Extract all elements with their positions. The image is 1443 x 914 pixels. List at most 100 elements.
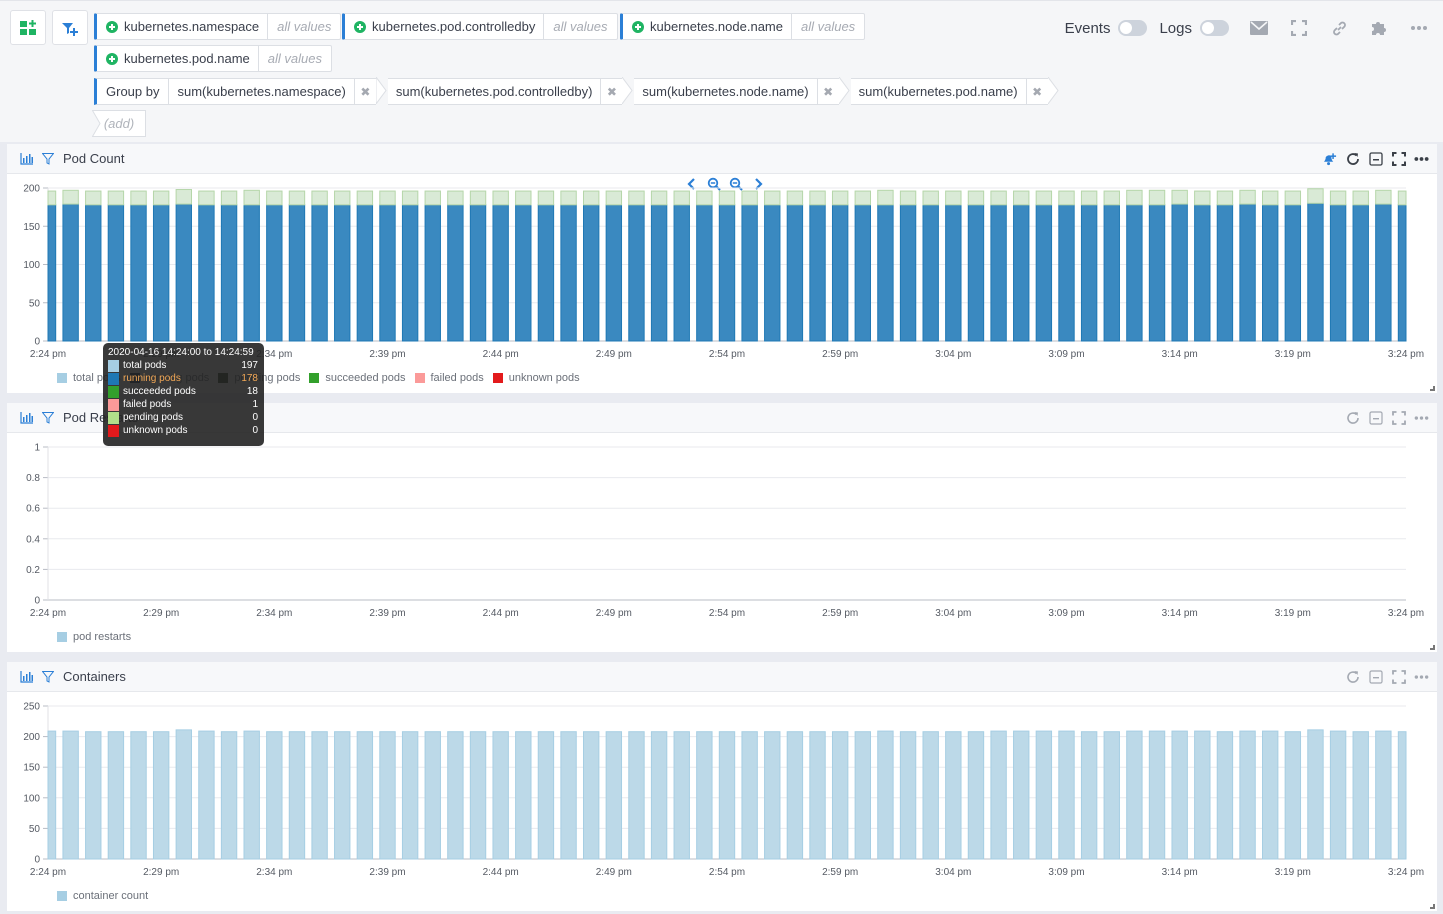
bar-container-count[interactable] — [1194, 730, 1211, 860]
bar-container-count[interactable] — [1284, 731, 1302, 860]
bar-succeeded-pods[interactable] — [1058, 190, 1075, 206]
panel-menu-button[interactable] — [1414, 151, 1429, 166]
bar-succeeded-pods[interactable] — [469, 190, 487, 206]
bar-container-count[interactable] — [515, 731, 532, 860]
bar-succeeded-pods[interactable] — [1216, 190, 1234, 206]
bar-running-pods[interactable] — [1375, 203, 1392, 342]
bar-running-pods[interactable] — [220, 204, 238, 342]
bar-container-count[interactable] — [696, 731, 713, 860]
bar-succeeded-pods[interactable] — [220, 190, 238, 206]
bar-container-count[interactable] — [220, 731, 238, 860]
bar-running-pods[interactable] — [764, 204, 781, 342]
bar-running-pods[interactable] — [447, 204, 464, 342]
bar-succeeded-pods[interactable] — [605, 190, 623, 206]
bar-running-pods[interactable] — [152, 204, 170, 342]
bar-running-pods[interactable] — [311, 204, 328, 342]
refresh-button[interactable] — [1345, 151, 1360, 166]
group-by-item[interactable]: sum(kubernetes.pod.name) — [850, 78, 1026, 105]
bar-running-pods[interactable] — [1216, 204, 1234, 342]
bar-running-pods[interactable] — [628, 204, 645, 342]
bar-running-pods[interactable] — [809, 204, 826, 342]
bar-succeeded-pods[interactable] — [47, 190, 57, 206]
add-panel-button[interactable] — [10, 10, 46, 45]
bar-succeeded-pods[interactable] — [198, 190, 215, 206]
bar-succeeded-pods[interactable] — [1035, 190, 1053, 206]
bar-container-count[interactable] — [1148, 730, 1166, 860]
bar-succeeded-pods[interactable] — [1171, 189, 1188, 205]
bar-succeeded-pods[interactable] — [356, 190, 374, 206]
bar-succeeded-pods[interactable] — [786, 190, 804, 206]
bar-container-count[interactable] — [334, 731, 351, 860]
bar-running-pods[interactable] — [334, 204, 351, 342]
bar-running-pods[interactable] — [243, 204, 260, 342]
filter-icon[interactable] — [40, 669, 55, 684]
filter-value[interactable]: all values — [792, 14, 864, 39]
bar-succeeded-pods[interactable] — [266, 190, 283, 206]
bar-container-count[interactable] — [424, 731, 441, 860]
bar-succeeded-pods[interactable] — [1103, 190, 1120, 206]
bar-container-count[interactable] — [379, 731, 396, 860]
bar-running-pods[interactable] — [922, 204, 939, 342]
bar-succeeded-pods[interactable] — [990, 190, 1007, 206]
bar-succeeded-pods[interactable] — [492, 190, 509, 206]
bar-succeeded-pods[interactable] — [107, 190, 125, 206]
bar-succeeded-pods[interactable] — [311, 190, 328, 206]
bar-running-pods[interactable] — [741, 204, 758, 342]
bar-succeeded-pods[interactable] — [424, 190, 441, 206]
filter-value[interactable]: all values — [544, 14, 616, 39]
bar-running-pods[interactable] — [831, 204, 849, 342]
group-by-item[interactable]: sum(kubernetes.namespace) — [169, 78, 354, 105]
bar-running-pods[interactable] — [515, 204, 532, 342]
bar-container-count[interactable] — [1080, 731, 1098, 860]
bar-succeeded-pods[interactable] — [1239, 189, 1256, 205]
bar-succeeded-pods[interactable] — [854, 190, 871, 206]
bar-container-count[interactable] — [718, 731, 736, 860]
expand-button[interactable] — [1391, 669, 1406, 684]
bar-succeeded-pods[interactable] — [696, 190, 713, 206]
bar-container-count[interactable] — [854, 731, 871, 860]
resize-handle[interactable] — [1430, 386, 1435, 391]
bar-running-pods[interactable] — [718, 204, 736, 342]
bar-succeeded-pods[interactable] — [1262, 190, 1279, 206]
bar-container-count[interactable] — [266, 731, 283, 860]
bar-succeeded-pods[interactable] — [741, 190, 758, 206]
group-by-item[interactable]: sum(kubernetes.node.name) — [634, 78, 817, 105]
minimize-button[interactable] — [1368, 410, 1383, 425]
bar-succeeded-pods[interactable] — [1148, 189, 1166, 206]
bar-running-pods[interactable] — [1397, 204, 1407, 342]
bar-running-pods[interactable] — [107, 204, 125, 342]
bar-container-count[interactable] — [356, 731, 374, 860]
expand-button[interactable] — [1391, 410, 1406, 425]
bar-container-count[interactable] — [492, 731, 509, 860]
bar-container-count[interactable] — [877, 730, 894, 860]
bar-container-count[interactable] — [1035, 730, 1053, 860]
bar-succeeded-pods[interactable] — [1194, 190, 1211, 206]
remove-group-icon[interactable]: ✖ — [816, 78, 839, 105]
bar-container-count[interactable] — [1239, 730, 1256, 860]
bar-container-count[interactable] — [605, 731, 623, 860]
bar-running-pods[interactable] — [492, 204, 509, 342]
bar-succeeded-pods[interactable] — [379, 190, 396, 206]
events-toggle[interactable] — [1118, 20, 1148, 36]
bar-container-count[interactable] — [288, 731, 306, 860]
bar-succeeded-pods[interactable] — [243, 189, 260, 206]
bar-container-count[interactable] — [583, 731, 600, 860]
containers-chart[interactable]: 0 50 100 150 200 250 2:24 pm 2:29 pm 2:34 pm 2:39… — [7, 692, 1437, 911]
bar-container-count[interactable] — [1307, 729, 1324, 860]
bar-running-pods[interactable] — [1035, 204, 1053, 342]
bar-container-count[interactable] — [1126, 730, 1143, 860]
add-filter-button[interactable] — [52, 10, 88, 45]
add-group-by-button[interactable]: (add) — [92, 110, 146, 137]
bar-chart-icon[interactable] — [19, 669, 34, 684]
bar-running-pods[interactable] — [786, 204, 804, 342]
bar-running-pods[interactable] — [1262, 204, 1279, 342]
bar-container-count[interactable] — [764, 731, 781, 860]
bar-container-count[interactable] — [673, 731, 690, 860]
bar-succeeded-pods[interactable] — [628, 190, 645, 206]
bar-succeeded-pods[interactable] — [1375, 189, 1392, 205]
bar-container-count[interactable] — [107, 731, 125, 860]
legend-item[interactable]: succeeded pods — [309, 372, 406, 384]
bar-running-pods[interactable] — [1103, 204, 1120, 342]
bar-running-pods[interactable] — [854, 204, 871, 342]
bar-succeeded-pods[interactable] — [537, 190, 555, 206]
